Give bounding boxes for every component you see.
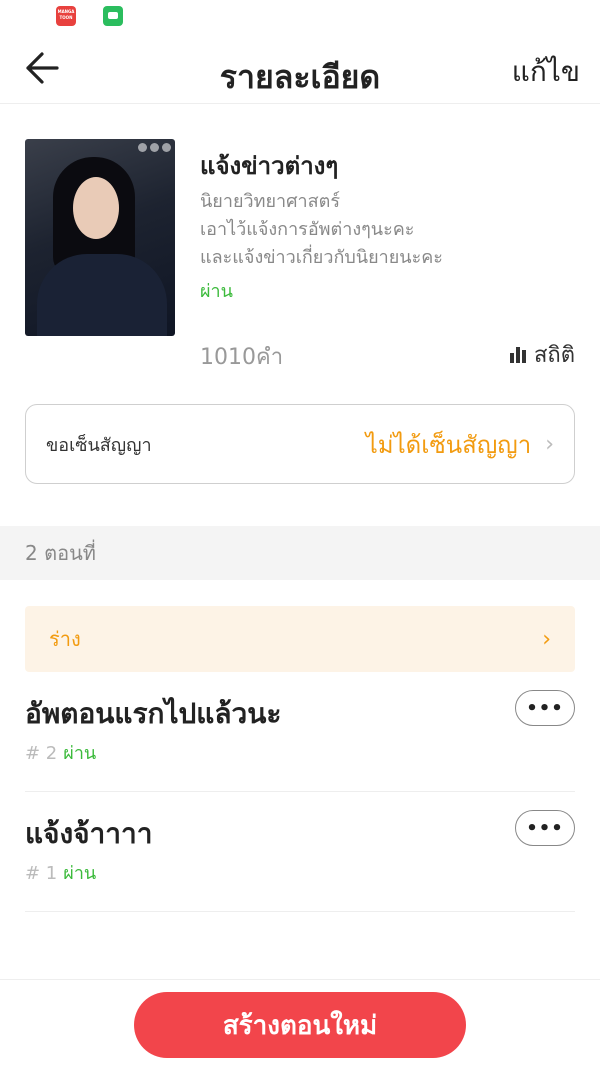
create-new-chapter-button[interactable]: สร้างตอนใหม่ <box>134 992 466 1058</box>
chapter-status: ผ่าน <box>63 863 97 884</box>
more-options-button[interactable]: ••• <box>515 810 575 846</box>
word-count: 1010คำ <box>200 345 284 370</box>
cover-overlay-icons <box>138 143 171 152</box>
draft-row[interactable]: ร่าง › <box>25 606 575 672</box>
contract-status: ไม่ได้เซ็นสัญญา <box>365 430 532 459</box>
chapter-number: # 1 <box>25 863 58 884</box>
chapter-meta: # 1 ผ่าน <box>25 858 96 887</box>
status-bar: MANGA TOON <box>0 0 600 32</box>
manga-toon-app-icon: MANGA TOON <box>56 6 76 26</box>
stats-label: สถิติ <box>533 343 575 368</box>
book-description: เอาไว้แจ้งการอัพต่างๆนะคะ และแจ้งข่าวเกี… <box>200 216 500 272</box>
chapter-count-header: 2 ตอนที่ <box>0 526 600 580</box>
cover-body <box>37 254 167 336</box>
book-cover-image[interactable] <box>25 139 175 336</box>
chapter-meta: # 2 ผ่าน <box>25 738 96 767</box>
stats-link[interactable]: สถิติ <box>509 337 575 372</box>
chevron-right-icon: › <box>545 431 554 457</box>
chapter-title: แจ้งจ้าาาา <box>25 817 153 850</box>
line-chat-app-icon <box>103 6 123 26</box>
more-options-button[interactable]: ••• <box>515 690 575 726</box>
chapter-item[interactable]: อัพตอนแรกไปแล้วนะ # 2 ผ่าน ••• <box>25 672 575 792</box>
edit-button[interactable]: แก้ไข <box>512 50 580 94</box>
cover-face <box>73 177 119 239</box>
app-header: รายละเอียด แก้ไข <box>0 32 600 104</box>
chapter-item[interactable]: แจ้งจ้าาาา # 1 ผ่าน ••• <box>25 792 575 912</box>
contract-label: ขอเซ็นสัญญา <box>46 434 152 456</box>
chapter-status: ผ่าน <box>63 743 97 764</box>
book-description-line: เอาไว้แจ้งการอัพต่างๆนะคะ <box>200 219 415 240</box>
draft-label: ร่าง <box>49 627 81 651</box>
book-description-line: และแจ้งข่าวเกี่ยวกับนิยายนะคะ <box>200 247 443 268</box>
page-title: รายละเอียด <box>219 58 381 96</box>
contract-row[interactable]: ขอเซ็นสัญญา ไม่ได้เซ็นสัญญา › <box>25 404 575 484</box>
bottom-bar: สร้างตอนใหม่ <box>0 979 600 1067</box>
bar-chart-icon <box>509 346 526 363</box>
book-info: แจ้งข่าวต่างๆ นิยายวิทยาศาสตร์ เอาไว้แจ้… <box>0 104 600 374</box>
chapter-title: อัพตอนแรกไปแล้วนะ <box>25 697 282 730</box>
chevron-right-icon: › <box>542 626 551 652</box>
book-title: แจ้งข่าวต่างๆ <box>200 152 339 180</box>
book-status: ผ่าน <box>200 281 233 302</box>
chapter-number: # 2 <box>25 743 58 764</box>
book-genre: นิยายวิทยาศาสตร์ <box>200 191 341 212</box>
